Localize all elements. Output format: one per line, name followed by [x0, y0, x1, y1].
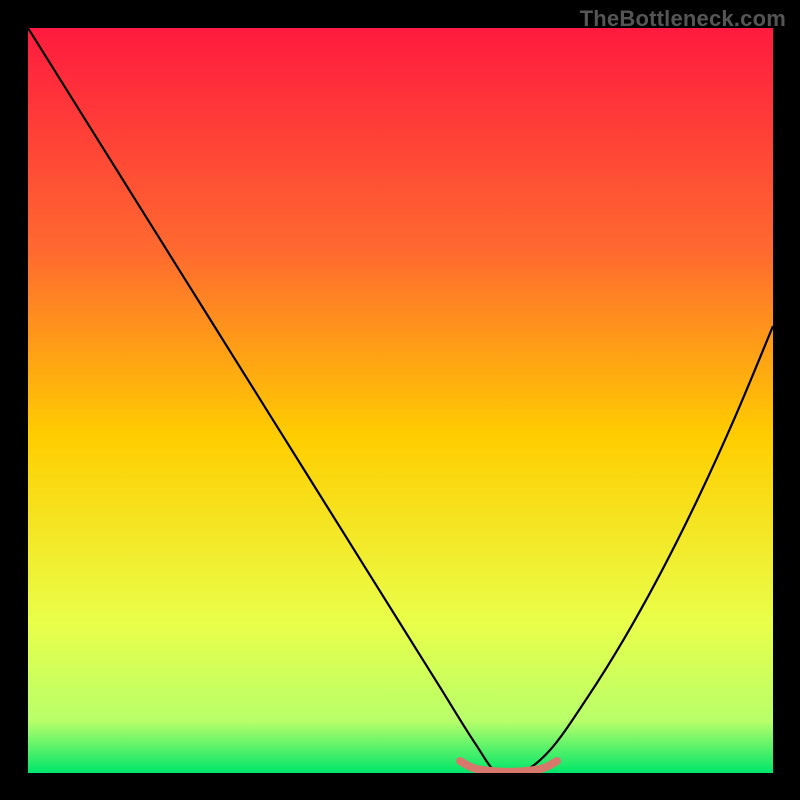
chart-frame: TheBottleneck.com — [0, 0, 800, 800]
gradient-background — [28, 28, 773, 773]
chart-svg — [28, 28, 773, 773]
watermark-label: TheBottleneck.com — [580, 6, 786, 32]
plot-area — [28, 28, 773, 773]
